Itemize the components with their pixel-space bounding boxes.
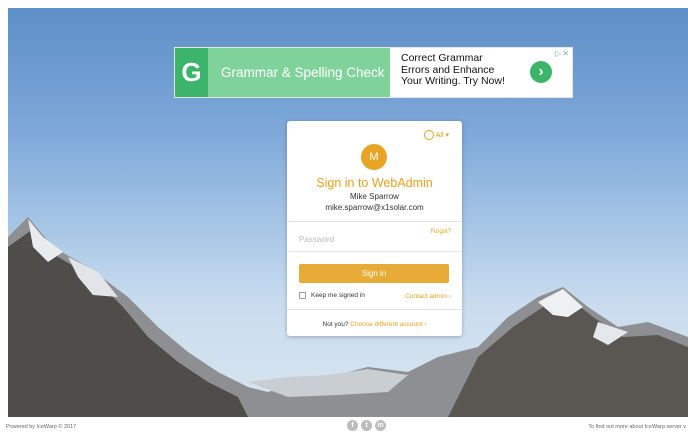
twitter-icon[interactable]: t xyxy=(361,420,372,431)
footer-info-text: To find out more about IceWarp server v xyxy=(588,424,686,430)
grammarly-logo-icon: G xyxy=(175,48,208,97)
ad-copy: Correct Grammar Errors and Enhance Your … xyxy=(390,48,520,97)
social-links: f t in xyxy=(347,420,386,431)
login-card: All ▾ M Sign in to WebAdmin Mike Sparrow… xyxy=(287,121,462,336)
user-email: mike.sparrow@x1solar.com xyxy=(325,203,424,212)
divider xyxy=(287,251,462,252)
user-name: Mike Sparrow xyxy=(350,192,399,201)
ad-choices-icon[interactable]: ▷✕ xyxy=(555,49,570,58)
facebook-icon[interactable]: f xyxy=(347,420,358,431)
page-title: Sign in to WebAdmin xyxy=(316,176,433,190)
chevron-down-icon: ▾ xyxy=(445,132,449,139)
ad-arrow-icon[interactable]: › xyxy=(530,61,552,83)
globe-icon xyxy=(423,130,434,140)
ad-copy-line: Correct Grammar xyxy=(401,52,483,64)
ad-title: Grammar & Spelling Check xyxy=(221,65,385,80)
background-scene: G Grammar & Spelling Check Correct Gramm… xyxy=(8,8,688,417)
sign-in-button[interactable]: Sign in xyxy=(299,264,449,283)
copyright-text: Powered by IceWarp © 2017 xyxy=(6,424,77,430)
language-selector[interactable]: All ▾ xyxy=(423,130,449,140)
language-label: All xyxy=(435,131,444,139)
ad-green-panel[interactable]: G Grammar & Spelling Check xyxy=(175,48,390,97)
ad-banner[interactable]: G Grammar & Spelling Check Correct Gramm… xyxy=(175,48,572,97)
divider xyxy=(287,221,462,222)
contact-admin-link[interactable]: Contact admin › xyxy=(405,293,451,300)
divider xyxy=(287,309,462,310)
keep-signed-in-checkbox[interactable] xyxy=(299,292,306,299)
password-field[interactable] xyxy=(299,231,399,247)
linkedin-icon[interactable]: in xyxy=(375,420,386,431)
not-you-row: Not you? Choose different account › xyxy=(287,321,462,328)
ad-copy-line: Your Writing. Try Now! xyxy=(401,75,505,87)
choose-different-account-link[interactable]: Choose different account › xyxy=(350,321,426,328)
forgot-password-link[interactable]: Forgot? xyxy=(430,229,451,235)
not-you-label: Not you? xyxy=(322,321,349,328)
keep-signed-in-row[interactable]: Keep me signed in xyxy=(299,292,365,299)
keep-signed-in-label[interactable]: Keep me signed in xyxy=(311,292,365,299)
avatar: M xyxy=(361,144,387,170)
